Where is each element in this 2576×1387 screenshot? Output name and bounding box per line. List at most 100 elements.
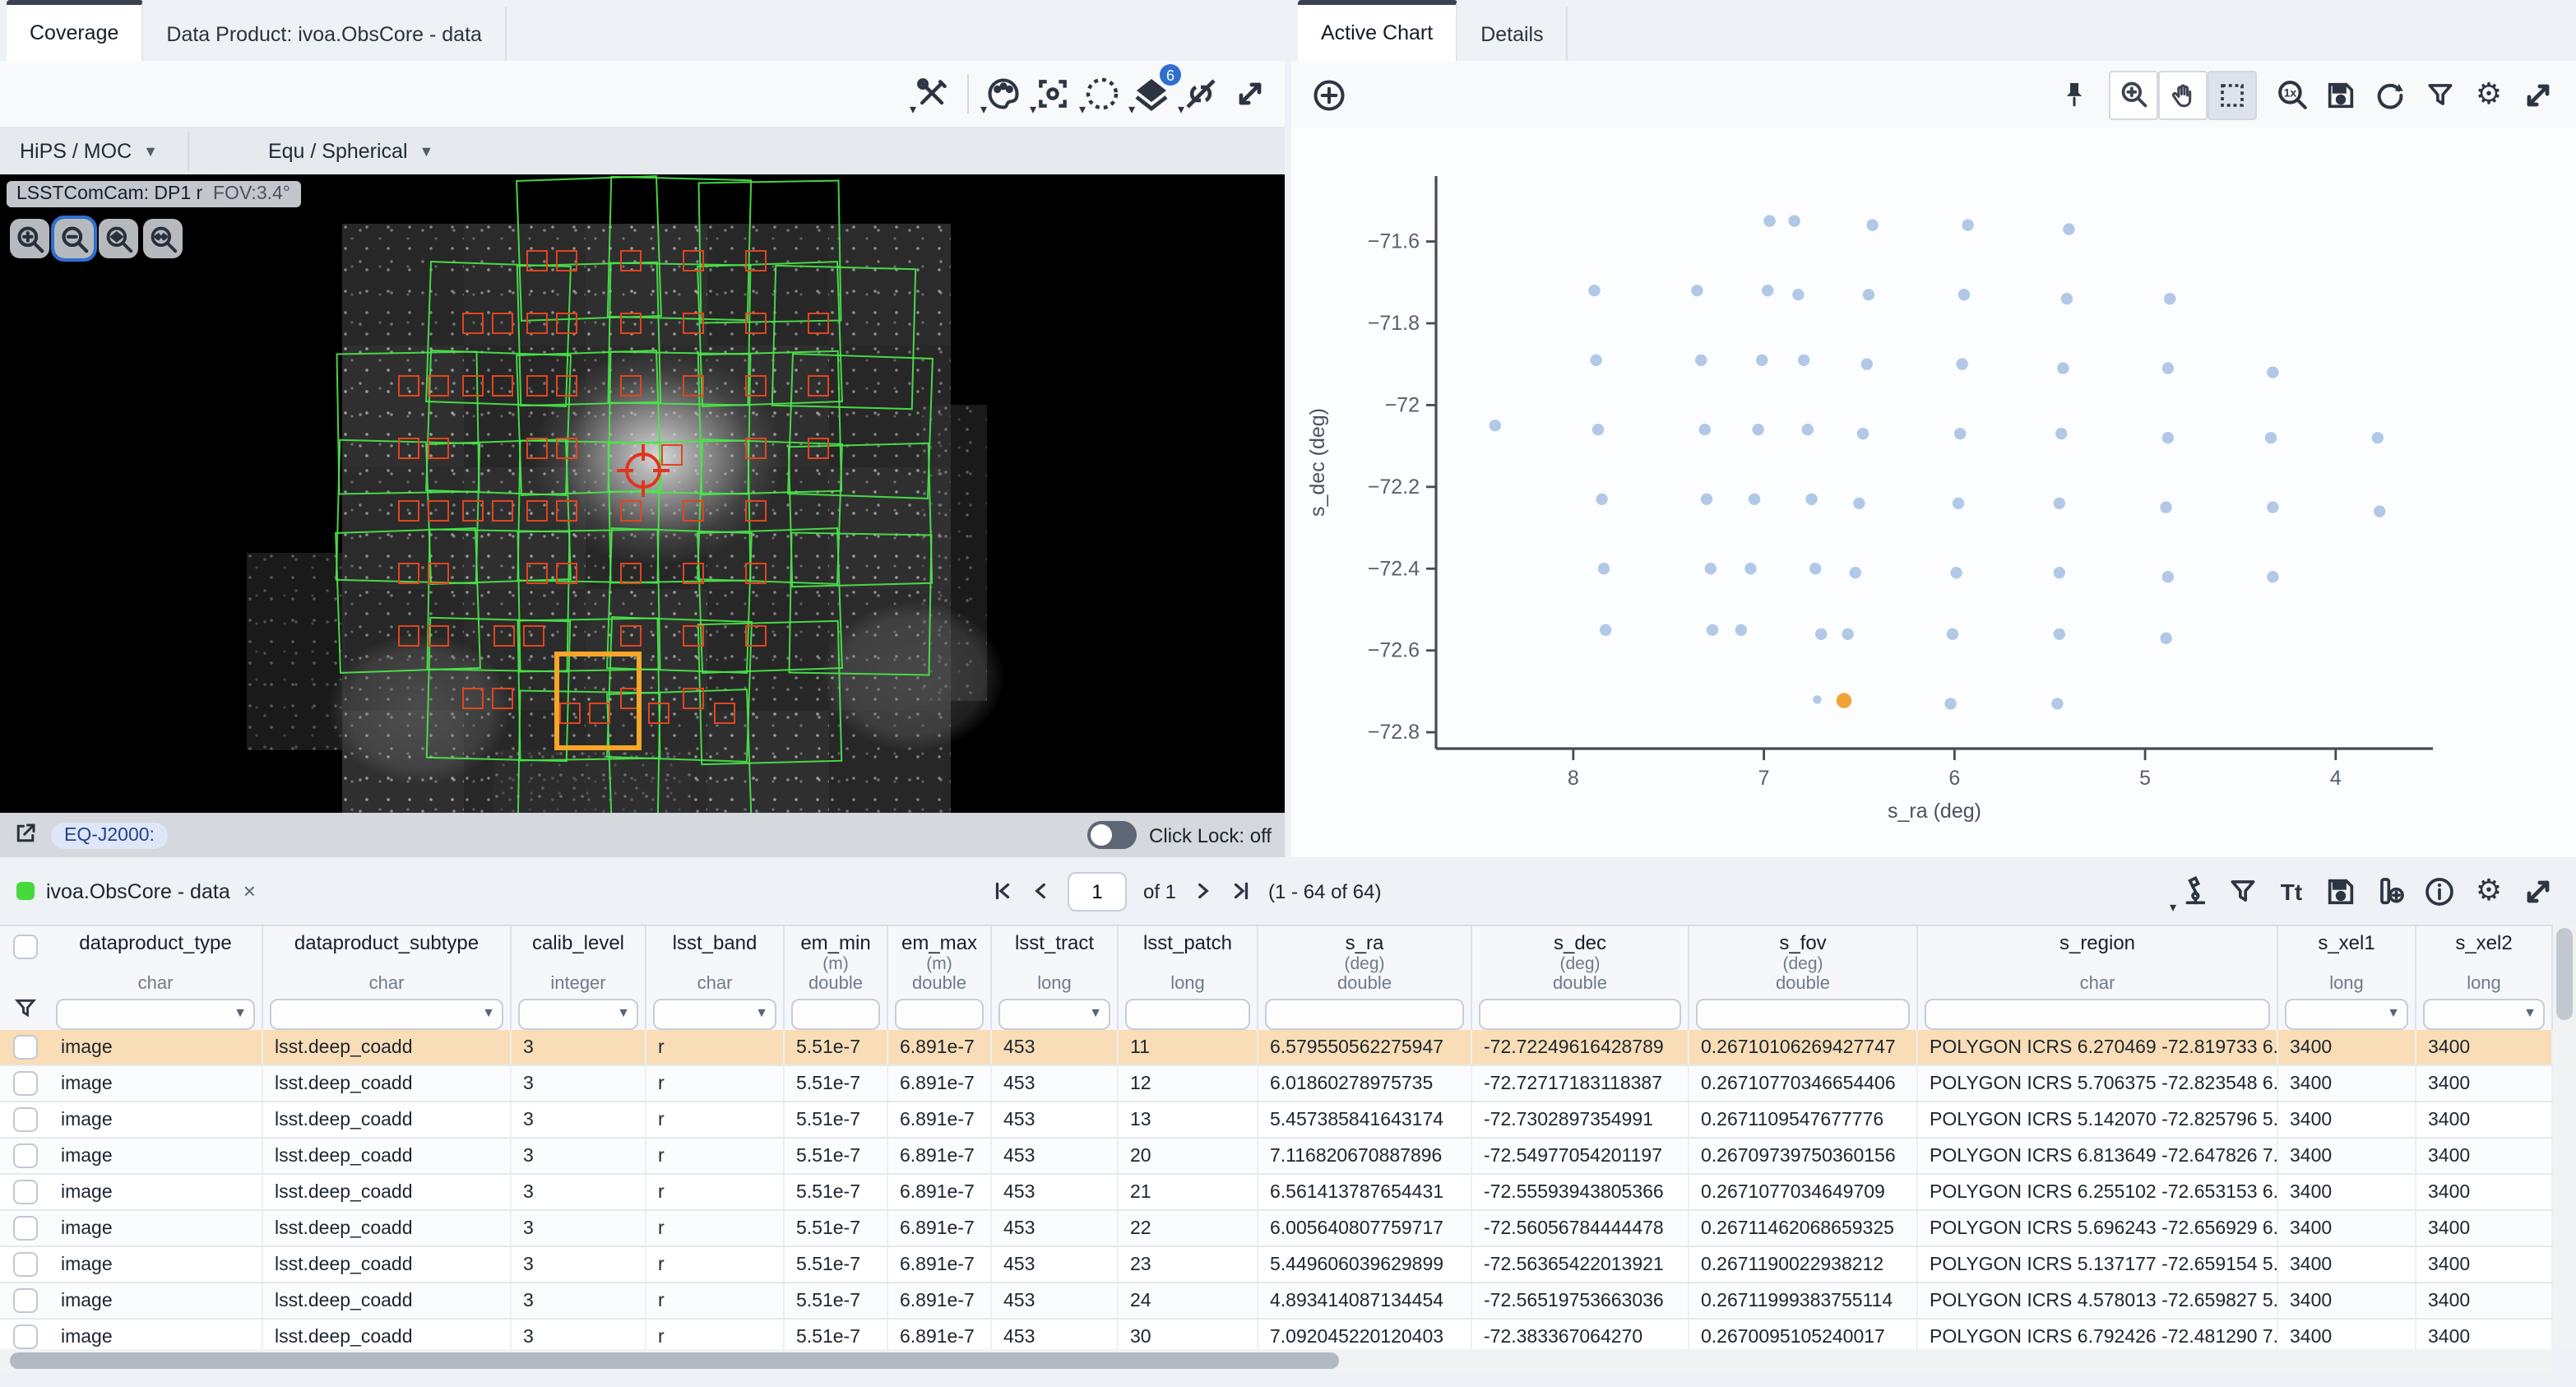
data-point[interactable]: [1756, 355, 1768, 366]
column-filter-s_xel1[interactable]: ▼: [2285, 998, 2408, 1030]
column-header-s_fov[interactable]: s_fov(deg)double: [1689, 926, 1918, 1030]
table-row[interactable]: imagelsst.deep_coadd3r5.51e-76.891e-7453…: [0, 1175, 2576, 1211]
data-point[interactable]: [1695, 355, 1707, 366]
data-point[interactable]: [2162, 432, 2174, 443]
color-palette-icon[interactable]: ▾: [979, 69, 1028, 118]
data-point[interactable]: [1707, 624, 1718, 636]
info-icon[interactable]: [2415, 866, 2464, 916]
pin-chart-icon[interactable]: [2050, 70, 2099, 119]
data-point[interactable]: [1598, 563, 1610, 574]
click-lock-toggle[interactable]: [1086, 821, 1136, 849]
column-header-dataproduct_subtype[interactable]: dataproduct_subtypechar▼: [263, 926, 512, 1030]
hips-moc-dropdown[interactable]: HiPS / MOC ▼: [0, 139, 178, 162]
chart-pan-icon[interactable]: [2158, 70, 2208, 119]
data-point[interactable]: [2061, 293, 2073, 304]
zoom-fill-icon[interactable]: [143, 219, 183, 258]
data-point[interactable]: [1850, 567, 1861, 578]
column-filter-calib_level[interactable]: ▼: [518, 998, 638, 1030]
data-point[interactable]: [2267, 366, 2278, 378]
data-point[interactable]: [2162, 362, 2174, 373]
column-filter-s_xel2[interactable]: ▼: [2423, 998, 2545, 1030]
data-point[interactable]: [2054, 567, 2065, 578]
column-header-s_xel1[interactable]: s_xel1long▼: [2278, 926, 2416, 1030]
row-checkbox[interactable]: [12, 1107, 37, 1132]
data-point[interactable]: [2267, 501, 2278, 513]
column-header-s_ra[interactable]: s_ra(deg)double: [1258, 926, 1472, 1030]
data-point[interactable]: [1590, 355, 1601, 366]
tab-data-product[interactable]: Data Product: ivoa.ObsCore - data: [143, 7, 507, 61]
column-filter-dataproduct_subtype[interactable]: ▼: [270, 998, 503, 1030]
column-header-lsst_band[interactable]: lsst_bandchar▼: [646, 926, 785, 1030]
data-point[interactable]: [1805, 494, 1817, 505]
data-point[interactable]: [1744, 563, 1756, 574]
data-point[interactable]: [1953, 498, 1964, 509]
data-point[interactable]: [1588, 285, 1600, 296]
data-point[interactable]: [1954, 428, 1966, 439]
data-point[interactable]: [1863, 289, 1874, 300]
refresh-chart-icon[interactable]: [2365, 70, 2415, 119]
data-point[interactable]: [2162, 571, 2174, 582]
row-checkbox[interactable]: [12, 1035, 37, 1060]
next-page-icon[interactable]: [1193, 880, 1214, 902]
zoom-out-icon[interactable]: [54, 219, 94, 258]
table-row[interactable]: imagelsst.deep_coadd3r5.51e-76.891e-7453…: [0, 1030, 2576, 1066]
chart-box-select-icon[interactable]: [2208, 70, 2257, 119]
table-row[interactable]: imagelsst.deep_coadd3r5.51e-76.891e-7453…: [0, 1320, 2576, 1349]
add-column-icon[interactable]: [2365, 866, 2415, 916]
zoom-fit-icon[interactable]: [99, 219, 138, 258]
data-point[interactable]: [1853, 498, 1865, 509]
column-filter-s_fov[interactable]: [1696, 999, 1910, 1030]
text-view-icon[interactable]: Tt: [2267, 866, 2316, 916]
column-header-lsst_tract[interactable]: lsst_tractlong▼: [992, 926, 1119, 1030]
table-row[interactable]: imagelsst.deep_coadd3r5.51e-76.891e-7453…: [0, 1283, 2576, 1320]
column-filter-s_dec[interactable]: [1479, 999, 1681, 1030]
data-point[interactable]: [1792, 289, 1804, 300]
column-header-calib_level[interactable]: calib_levelinteger▼: [512, 926, 646, 1030]
data-point[interactable]: [2063, 223, 2074, 234]
column-header-dataproduct_type[interactable]: dataproduct_typechar▼: [49, 926, 263, 1030]
data-point[interactable]: [1861, 358, 1873, 369]
column-header-lsst_patch[interactable]: lsst_patchlong: [1119, 926, 1258, 1030]
data-point[interactable]: [2054, 498, 2065, 509]
projection-dropdown[interactable]: Equ / Spherical ▼: [248, 139, 453, 162]
selected-data-point[interactable]: [1837, 693, 1851, 707]
filter-table-icon[interactable]: [2217, 866, 2267, 916]
column-filter-dataproduct_type[interactable]: ▼: [56, 998, 255, 1030]
chart-zoom-icon[interactable]: [2109, 70, 2158, 119]
data-point[interactable]: [1762, 285, 1773, 296]
data-point[interactable]: [1947, 629, 1958, 640]
row-checkbox[interactable]: [12, 1180, 37, 1204]
column-filter-em_max[interactable]: [895, 999, 984, 1030]
unlink-icon[interactable]: ▾: [1176, 69, 1225, 118]
column-filter-lsst_patch[interactable]: [1125, 998, 1250, 1030]
column-header-em_min[interactable]: em_min(m)double: [785, 926, 888, 1030]
tab-active-chart[interactable]: Active Chart: [1298, 0, 1457, 61]
last-page-icon[interactable]: [1230, 880, 1252, 902]
row-checkbox[interactable]: [12, 1216, 37, 1241]
data-point[interactable]: [2267, 571, 2278, 582]
row-checkbox[interactable]: [12, 1324, 37, 1349]
chart-settings-icon[interactable]: ⚙: [2464, 70, 2513, 119]
data-point[interactable]: [1752, 424, 1763, 435]
expand-table-icon[interactable]: [2513, 866, 2563, 916]
data-point[interactable]: [1699, 424, 1711, 435]
horizontal-scrollbar[interactable]: [0, 1349, 2553, 1372]
data-point[interactable]: [1866, 219, 1878, 230]
data-point[interactable]: [2374, 505, 2385, 517]
table-row[interactable]: imagelsst.deep_coadd3r5.51e-76.891e-7453…: [0, 1139, 2576, 1175]
external-link-icon[interactable]: [13, 820, 38, 850]
sky-map[interactable]: LSSTComCam: DP1 r FOV:3.4°: [0, 174, 1285, 813]
data-point[interactable]: [1815, 629, 1827, 640]
row-checkbox[interactable]: [12, 1143, 37, 1168]
data-point[interactable]: [2160, 501, 2171, 513]
inspect-icon[interactable]: ▾: [2168, 866, 2217, 916]
table-row[interactable]: imagelsst.deep_coadd3r5.51e-76.891e-7453…: [0, 1211, 2576, 1247]
data-point[interactable]: [2054, 629, 2065, 640]
data-point[interactable]: [1802, 424, 1814, 435]
close-table-icon[interactable]: ×: [243, 879, 256, 903]
table-tab-label[interactable]: ivoa.ObsCore - data: [46, 879, 230, 902]
data-point[interactable]: [2051, 698, 2063, 709]
save-chart-icon[interactable]: [2316, 70, 2365, 119]
data-point[interactable]: [1592, 424, 1604, 435]
filter-chart-icon[interactable]: [2415, 70, 2464, 119]
